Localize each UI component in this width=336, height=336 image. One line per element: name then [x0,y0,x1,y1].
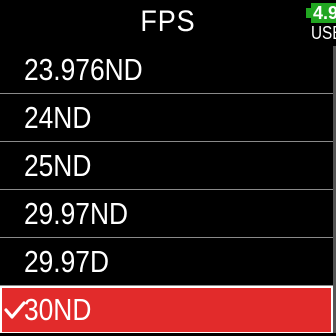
list-item-29-97d[interactable]: 29.97D [0,238,333,286]
menu-header: FPS 4.9 USB [0,0,336,46]
power-source: USB [311,23,336,43]
battery-level: 4.9 [311,3,336,23]
fps-menu-screen: FPS 4.9 USB 23.976ND 24ND 25ND 29.97ND 2… [0,0,336,336]
battery-indicator: 4.9 USB [306,3,336,43]
list-item-30nd-selected[interactable]: 30ND [0,286,333,334]
list-item-label: 25ND [24,148,92,183]
list-item-label: 29.97ND [24,196,129,231]
list-item-label: 23.976ND [24,52,143,87]
fps-option-list: 23.976ND 24ND 25ND 29.97ND 29.97D 30ND [0,46,333,334]
list-item-label: 24ND [24,100,92,135]
list-item-label: 29.97D [24,244,109,279]
list-item-29-97nd[interactable]: 29.97ND [0,190,333,238]
checkmark-icon [4,301,26,319]
list-item-label: 30ND [24,292,92,327]
list-item-23-976nd[interactable]: 23.976ND [0,46,333,94]
list-item-24nd[interactable]: 24ND [0,94,333,142]
list-item-25nd[interactable]: 25ND [0,142,333,190]
page-title: FPS [140,5,196,38]
